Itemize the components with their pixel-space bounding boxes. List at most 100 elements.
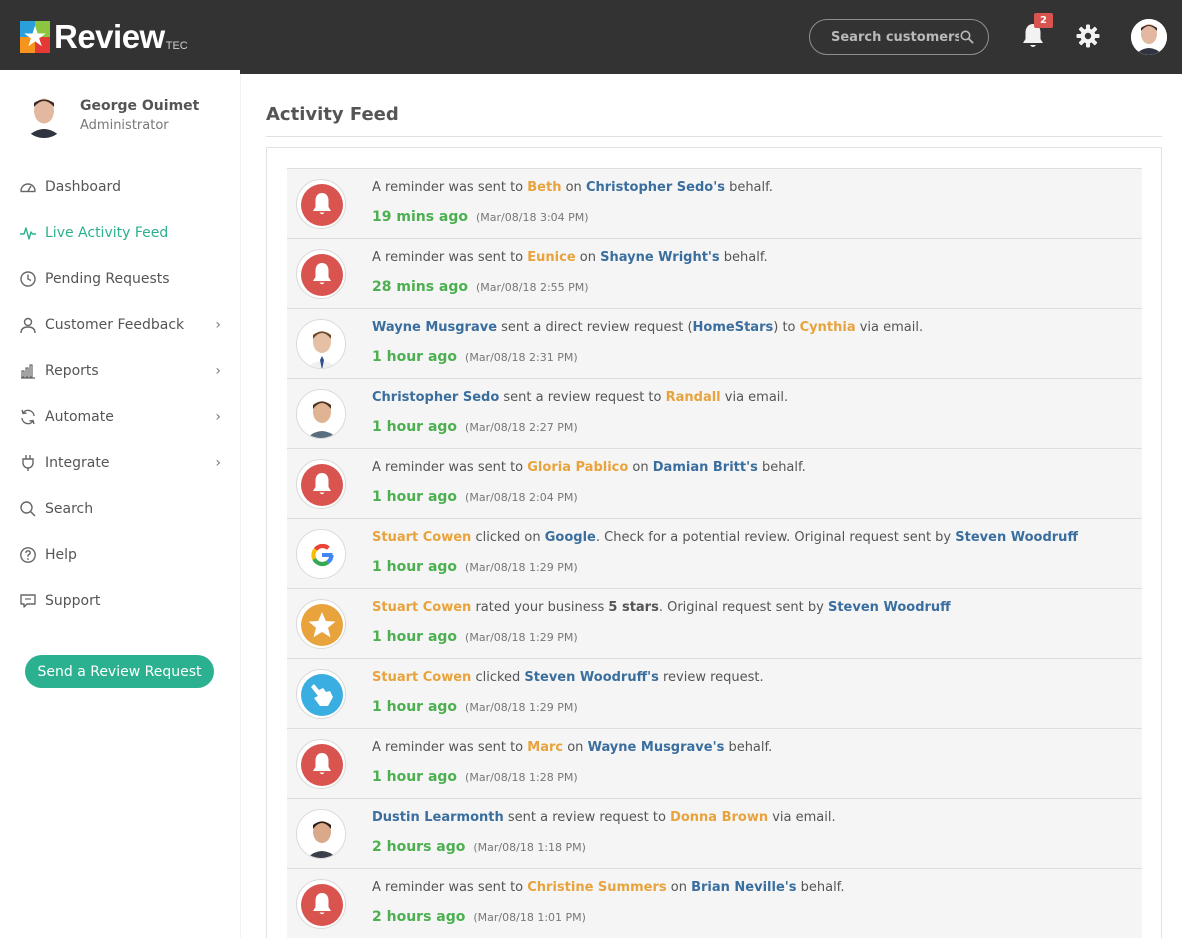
feed-item-text: . Original request sent by (658, 600, 828, 615)
feed-item-time: 1 hour ago (Mar/08/18 1:28 PM) (372, 766, 578, 785)
relative-time: 1 hour ago (372, 489, 458, 505)
sidebar-item-dashboard[interactable]: Dashboard (0, 164, 240, 210)
sidebar-item-live-activity-feed[interactable]: Live Activity Feed (0, 210, 240, 256)
reminder-bell-icon (296, 459, 346, 509)
sidebar-item-reports[interactable]: Reports › (0, 348, 240, 394)
feed-item-link[interactable]: Google (545, 530, 596, 545)
feed-item-link[interactable]: Steven Woodruff's (524, 670, 658, 685)
reminder-bell-icon (296, 249, 346, 299)
feed-item-link[interactable]: Wayne Musgrave (372, 320, 497, 335)
feed-item-text: A reminder was sent to (372, 460, 528, 475)
help-icon (19, 546, 37, 564)
sidebar-item-pending-requests[interactable]: Pending Requests (0, 256, 240, 302)
sidebar-item-label: Integrate (45, 455, 110, 471)
user-avatar (296, 319, 346, 369)
feed-item-link[interactable]: Christopher Sedo (372, 390, 499, 405)
sidebar-item-automate[interactable]: Automate › (0, 394, 240, 440)
search-input[interactable] (831, 29, 959, 45)
feed-item-link[interactable]: Eunice (527, 250, 575, 265)
feed-item-text: 5 stars (608, 600, 659, 615)
feed-item-text: sent a review request to (499, 390, 666, 405)
feed-item: Dustin Learmonth sent a review request t… (287, 798, 1142, 868)
feed-item-text: behalf. (796, 880, 845, 895)
feed-item-link[interactable]: Brian Neville's (691, 880, 796, 895)
sidebar-item-search[interactable]: Search (0, 486, 240, 532)
feed-item-text: review request. (658, 670, 764, 685)
feed-item-time: 1 hour ago (Mar/08/18 1:29 PM) (372, 626, 578, 645)
feed-item-text: on (563, 740, 588, 755)
main-content: Activity Feed A reminder was sent to Bet… (241, 74, 1182, 938)
feed-item-link[interactable]: Randall (666, 390, 721, 405)
refresh-icon (19, 408, 37, 426)
feed-item-time: 2 hours ago (Mar/08/18 1:01 PM) (372, 906, 586, 925)
feed-item-message: A reminder was sent to Christine Summers… (372, 880, 844, 895)
relative-time: 19 mins ago (372, 209, 469, 225)
feed-item-time: 1 hour ago (Mar/08/18 1:29 PM) (372, 696, 578, 715)
sidebar-item-support[interactable]: Support (0, 578, 240, 624)
feed-item-text: A reminder was sent to (372, 880, 528, 895)
user-avatar (296, 389, 346, 439)
feed-item-link[interactable]: Beth (527, 180, 561, 195)
feed-item-text: on (628, 460, 653, 475)
search-icon[interactable] (960, 30, 974, 44)
relative-time: 2 hours ago (372, 839, 466, 855)
feed-item-link[interactable]: Wayne Musgrave's (588, 740, 725, 755)
relative-time: 1 hour ago (372, 769, 458, 785)
feed-item-message: A reminder was sent to Marc on Wayne Mus… (372, 740, 772, 755)
feed-item-link[interactable]: Marc (527, 740, 563, 755)
relative-time: 2 hours ago (372, 909, 466, 925)
customer-search[interactable] (809, 19, 989, 55)
sidebar-item-help[interactable]: Help (0, 532, 240, 578)
relative-time: 1 hour ago (372, 629, 458, 645)
timestamp: (Mar/08/18 2:31 PM) (465, 351, 578, 364)
timestamp: (Mar/08/18 1:29 PM) (465, 631, 578, 644)
chevron-right-icon: › (215, 455, 221, 471)
feed-item-text: A reminder was sent to (372, 250, 528, 265)
sidebar-item-label: Reports (45, 363, 99, 379)
feed-item-message: Dustin Learmonth sent a review request t… (372, 810, 836, 825)
feed-item-link[interactable]: Steven Woodruff (828, 600, 951, 615)
feed-item-text: sent a direct review request ( (497, 320, 693, 335)
feed-item-text: via email. (720, 390, 789, 405)
timestamp: (Mar/08/18 1:29 PM) (465, 561, 578, 574)
feed-item-text: via email. (855, 320, 924, 335)
feed-item-link[interactable]: Donna Brown (670, 810, 768, 825)
activity-pulse-icon (19, 224, 37, 242)
feed-item-link[interactable]: Steven Woodruff (955, 530, 1078, 545)
sidebar-item-customer-feedback[interactable]: Customer Feedback › (0, 302, 240, 348)
settings-gear-icon[interactable] (1076, 24, 1100, 48)
timestamp: (Mar/08/18 2:27 PM) (465, 421, 578, 434)
feed-item-link[interactable]: Cynthia (800, 320, 856, 335)
chevron-right-icon: › (215, 363, 221, 379)
feed-item-text: clicked on (471, 530, 545, 545)
reminder-bell-icon (296, 879, 346, 929)
feed-item-link[interactable]: Damian Britt's (653, 460, 758, 475)
feed-item-text: A reminder was sent to (372, 740, 528, 755)
feed-item-time: 19 mins ago (Mar/08/18 3:04 PM) (372, 206, 589, 225)
feed-item-text: behalf. (719, 250, 768, 265)
profile-role: Administrator (80, 118, 169, 133)
feed-item-link[interactable]: Christine Summers (527, 880, 666, 895)
activity-feed-panel: A reminder was sent to Beth on Christoph… (266, 147, 1162, 938)
user-avatar[interactable] (1131, 19, 1167, 55)
feed-item-link[interactable]: Dustin Learmonth (372, 810, 504, 825)
feed-item-text: on (561, 180, 586, 195)
search-icon (19, 500, 37, 518)
feed-item-time: 1 hour ago (Mar/08/18 2:31 PM) (372, 346, 578, 365)
feed-item-message: Stuart Cowen clicked on Google. Check fo… (372, 530, 1078, 545)
sidebar-item-integrate[interactable]: Integrate › (0, 440, 240, 486)
send-review-request-button[interactable]: Send a Review Request (25, 655, 214, 688)
feed-item: Stuart Cowen clicked Steven Woodruff's r… (287, 658, 1142, 728)
feed-item-link[interactable]: Stuart Cowen (372, 670, 471, 685)
logo[interactable]: ★ Review TEC (20, 19, 188, 55)
feed-item-link[interactable]: Shayne Wright's (600, 250, 720, 265)
feed-item-link[interactable]: Gloria Pablico (527, 460, 628, 475)
feed-item-time: 1 hour ago (Mar/08/18 1:29 PM) (372, 556, 578, 575)
feed-item-link[interactable]: Stuart Cowen (372, 600, 471, 615)
feed-item-text: . Check for a potential review. Original… (595, 530, 956, 545)
feed-item-link[interactable]: Christopher Sedo's (586, 180, 725, 195)
sidebar-item-label: Pending Requests (45, 271, 170, 287)
feed-item-link[interactable]: HomeStars (693, 320, 774, 335)
feed-item-link[interactable]: Stuart Cowen (372, 530, 471, 545)
dashboard-icon (19, 178, 37, 196)
